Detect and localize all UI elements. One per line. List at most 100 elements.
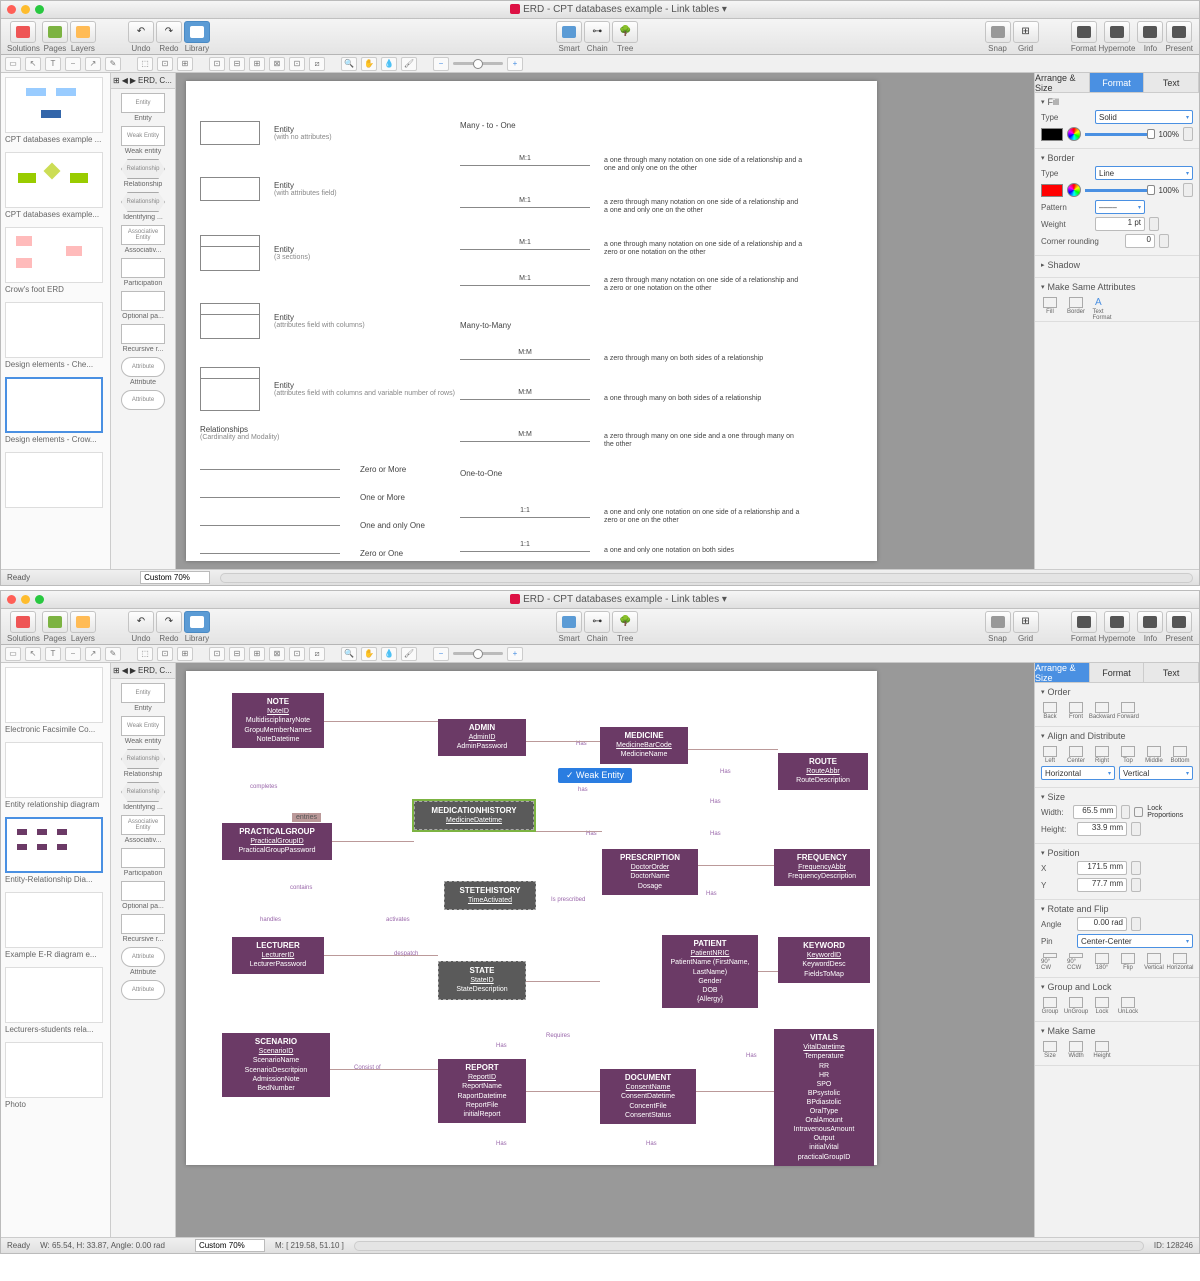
tool-button[interactable]: ✎ — [105, 57, 121, 71]
gallery-item[interactable]: CPT databases example... — [5, 152, 106, 219]
align-bottom[interactable]: Bottom — [1171, 746, 1189, 764]
window-controls[interactable] — [7, 595, 44, 604]
entity-vitals[interactable]: VITALSVitalDatetimeTemperatureRRHRSPOBPs… — [774, 1029, 874, 1166]
gallery-item[interactable]: Photo — [5, 1042, 106, 1109]
gallery-item[interactable]: Crow's foot ERD — [5, 227, 106, 294]
tool-button[interactable]: ⎯ — [65, 57, 81, 71]
tool-button[interactable]: ⊠ — [269, 647, 285, 661]
zoom-in-button[interactable]: + — [507, 647, 523, 661]
shape-item[interactable]: AttributeAttribute — [113, 357, 173, 386]
zoom-slider[interactable] — [453, 652, 503, 655]
border-type-select[interactable]: Line — [1095, 166, 1193, 180]
align-middle[interactable]: Middle — [1145, 746, 1163, 764]
shape-nav[interactable]: ⊞◀▶ERD, C... — [111, 663, 175, 679]
y-input[interactable]: 77.7 mm — [1077, 878, 1127, 892]
format-button[interactable] — [1071, 21, 1097, 43]
opacity-slider[interactable] — [1085, 189, 1155, 192]
undo-button[interactable]: ↶ — [128, 21, 154, 43]
section-make-same[interactable]: Make Same Attributes — [1041, 282, 1193, 292]
present-button[interactable] — [1166, 611, 1192, 633]
tool-button[interactable]: ⊡ — [157, 647, 173, 661]
solutions-button[interactable] — [10, 611, 36, 633]
shape-item[interactable]: Attribute — [113, 390, 173, 412]
hypernote-button[interactable] — [1104, 611, 1130, 633]
align-center[interactable]: Center — [1067, 746, 1085, 764]
chain-button[interactable]: ⊶ — [584, 611, 610, 633]
shape-library[interactable]: ⊞◀▶ERD, C... EntityEntity Weak EntityWeak… — [111, 663, 176, 1237]
stepper[interactable] — [1159, 234, 1169, 248]
canvas[interactable]: Entity(with no attributes)Entity(with at… — [176, 73, 1034, 569]
tool-button[interactable]: ⊟ — [229, 647, 245, 661]
tool-button[interactable]: 🖌 — [401, 647, 417, 661]
scrollbar[interactable] — [220, 573, 1193, 583]
entity-prescription[interactable]: PRESCRIPTIONDoctorOrderDoctorNameDosage — [602, 849, 698, 895]
entity-keyword[interactable]: KEYWORDKeywordIDKeywordDescFieldsToMap — [778, 937, 870, 983]
rotate-90-cw[interactable]: 90° CW — [1041, 953, 1059, 971]
shape-item[interactable]: EntityEntity — [113, 93, 173, 122]
zoom-in-button[interactable]: + — [507, 57, 523, 71]
entity-frequency[interactable]: FREQUENCYFrequencyAbbrFrequencyDescripti… — [774, 849, 870, 886]
shape-item[interactable]: EntityEntity — [113, 683, 173, 712]
entity-patient[interactable]: PATIENTPatientNRICPatientName (FirstName… — [662, 935, 758, 1008]
order-forward[interactable]: Forward — [1119, 702, 1137, 720]
same-height[interactable]: Height — [1093, 1041, 1111, 1059]
redo-button[interactable]: ↷ — [156, 21, 182, 43]
section-shadow[interactable]: Shadow — [1041, 260, 1193, 270]
page[interactable]: Entity(with no attributes)Entity(with at… — [186, 81, 877, 561]
shape-item[interactable]: RelationshipRelationship — [113, 749, 173, 778]
weight-input[interactable]: 1 pt — [1095, 217, 1145, 231]
smart-button[interactable] — [556, 21, 582, 43]
section-group[interactable]: Group and Lock — [1041, 982, 1193, 992]
tool-button[interactable]: ✎ — [105, 647, 121, 661]
redo-button[interactable]: ↷ — [156, 611, 182, 633]
tree-button[interactable]: 🌳 — [612, 611, 638, 633]
tool-button[interactable]: ↖ — [25, 57, 41, 71]
solutions-button[interactable] — [10, 21, 36, 43]
gallery-panel[interactable]: CPT databases example ... CPT databases … — [1, 73, 111, 569]
corner-input[interactable]: 0 — [1125, 234, 1155, 248]
tool-button[interactable]: ⊡ — [157, 57, 173, 71]
shape-item[interactable]: Recursive r... — [113, 914, 173, 943]
distribute-v[interactable]: Vertical — [1119, 766, 1193, 780]
tool-button[interactable]: ✋ — [361, 647, 377, 661]
gallery-item[interactable]: Lecturers-students rela... — [5, 967, 106, 1034]
entity-practical[interactable]: PRACTICALGROUPPracticalGroupIDPracticalG… — [222, 823, 332, 860]
angle-input[interactable]: 0.00 rad — [1077, 917, 1127, 931]
zoom-out-button[interactable]: − — [433, 647, 449, 661]
stepper[interactable] — [1183, 127, 1193, 141]
tool-button[interactable]: ↖ — [25, 647, 41, 661]
stepper[interactable] — [1131, 878, 1141, 892]
pin-select[interactable]: Center-Center — [1077, 934, 1193, 948]
grid-button[interactable]: ⊞ — [1013, 611, 1039, 633]
minimize-icon[interactable] — [21, 595, 30, 604]
gallery-item[interactable]: Example E-R diagram e... — [5, 892, 106, 959]
align-top[interactable]: Top — [1119, 746, 1137, 764]
fill-type-select[interactable]: Solid — [1095, 110, 1193, 124]
rotate-180-[interactable]: 180° — [1093, 953, 1111, 971]
tool-button[interactable]: T — [45, 57, 61, 71]
zoom-out-button[interactable]: − — [433, 57, 449, 71]
stepper[interactable] — [1149, 217, 1159, 231]
page[interactable]: Weak Entity NOTENoteIDMultidisciplinaryN… — [186, 671, 877, 1165]
fill-color[interactable] — [1041, 128, 1063, 141]
tool-button[interactable]: ⊞ — [177, 647, 193, 661]
color-picker-icon[interactable] — [1067, 183, 1081, 197]
tab-text[interactable]: Text — [1144, 73, 1199, 92]
entity-medhistory[interactable]: MEDICATIONHISTORYMedicineDatetime — [414, 801, 534, 830]
make-same-border[interactable]: Border — [1067, 297, 1085, 315]
shape-item[interactable]: Weak EntityWeak entity — [113, 716, 173, 745]
smart-button[interactable] — [556, 611, 582, 633]
tab-text[interactable]: Text — [1144, 663, 1199, 682]
pages-button[interactable] — [42, 21, 68, 43]
color-picker-icon[interactable] — [1067, 127, 1081, 141]
entity-admin[interactable]: ADMINAdminIDAdminPassword — [438, 719, 526, 756]
library-button[interactable] — [184, 611, 210, 633]
shape-item[interactable]: Weak EntityWeak entity — [113, 126, 173, 155]
chain-button[interactable]: ⊶ — [584, 21, 610, 43]
tool-button[interactable]: ⊠ — [269, 57, 285, 71]
opacity-slider[interactable] — [1085, 133, 1155, 136]
group-ungroup[interactable]: UnGroup — [1067, 997, 1085, 1015]
shape-item[interactable]: RelationshipIdentifying ... — [113, 192, 173, 221]
gallery-item[interactable]: Electronic Facsimile Co... — [5, 667, 106, 734]
snap-button[interactable] — [985, 21, 1011, 43]
